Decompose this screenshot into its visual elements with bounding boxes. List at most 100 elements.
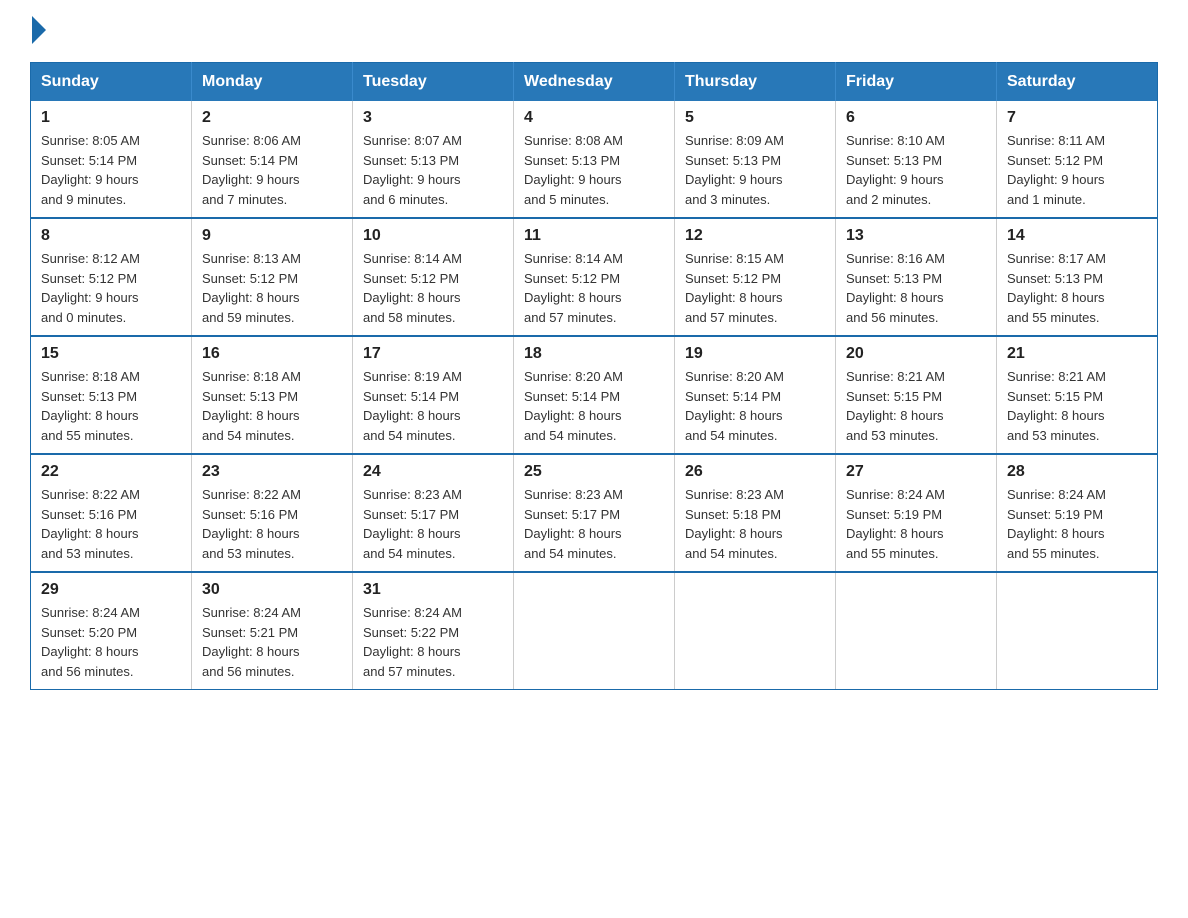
day-number: 4	[524, 109, 664, 127]
calendar-day-cell	[997, 572, 1158, 690]
day-info: Sunrise: 8:23 AMSunset: 5:17 PMDaylight:…	[524, 485, 664, 563]
day-number: 10	[363, 227, 503, 245]
day-number: 12	[685, 227, 825, 245]
calendar-day-cell: 20Sunrise: 8:21 AMSunset: 5:15 PMDayligh…	[836, 336, 997, 454]
day-number: 3	[363, 109, 503, 127]
day-number: 17	[363, 345, 503, 363]
day-number: 13	[846, 227, 986, 245]
calendar-day-cell	[675, 572, 836, 690]
calendar-day-cell: 19 Sunrise: 8:20 AMSunset: 5:14 PMDayligh…	[675, 336, 836, 454]
day-info: Sunrise: 8:23 AMSunset: 5:17 PMDaylight:…	[363, 485, 503, 563]
calendar-header-wednesday: Wednesday	[514, 63, 675, 102]
day-info: Sunrise: 8:24 AMSunset: 5:19 PMDaylight:…	[846, 485, 986, 563]
calendar-day-cell: 14 Sunrise: 8:17 AMSunset: 5:13 PMDayligh…	[997, 218, 1158, 336]
calendar-day-cell: 27 Sunrise: 8:24 AMSunset: 5:19 PMDayligh…	[836, 454, 997, 572]
day-info: Sunrise: 8:18 AMSunset: 5:13 PMDaylight:…	[41, 367, 181, 445]
calendar-day-cell: 21 Sunrise: 8:21 AMSunset: 5:15 PMDayligh…	[997, 336, 1158, 454]
day-info: Sunrise: 8:24 AMSunset: 5:22 PMDaylight:…	[363, 603, 503, 681]
day-number: 26	[685, 463, 825, 481]
calendar-header-saturday: Saturday	[997, 63, 1158, 102]
calendar-day-cell: 24 Sunrise: 8:23 AMSunset: 5:17 PMDayligh…	[353, 454, 514, 572]
calendar-day-cell: 10 Sunrise: 8:14 AMSunset: 5:12 PMDayligh…	[353, 218, 514, 336]
day-number: 7	[1007, 109, 1147, 127]
day-number: 20	[846, 345, 986, 363]
calendar-day-cell: 2Sunrise: 8:06 AMSunset: 5:14 PMDaylight…	[192, 101, 353, 218]
calendar-header-thursday: Thursday	[675, 63, 836, 102]
day-number: 22	[41, 463, 181, 481]
calendar-day-cell: 5Sunrise: 8:09 AMSunset: 5:13 PMDaylight…	[675, 101, 836, 218]
day-info: Sunrise: 8:22 AMSunset: 5:16 PMDaylight:…	[41, 485, 181, 563]
day-info: Sunrise: 8:14 AMSunset: 5:12 PMDaylight:…	[363, 249, 503, 327]
calendar-week-row: 22 Sunrise: 8:22 AMSunset: 5:16 PMDayligh…	[31, 454, 1158, 572]
calendar-header-monday: Monday	[192, 63, 353, 102]
day-number: 18	[524, 345, 664, 363]
logo	[30, 20, 46, 44]
calendar-day-cell: 12 Sunrise: 8:15 AMSunset: 5:12 PMDayligh…	[675, 218, 836, 336]
calendar-day-cell: 6 Sunrise: 8:10 AMSunset: 5:13 PMDaylight…	[836, 101, 997, 218]
calendar-day-cell	[836, 572, 997, 690]
day-info: Sunrise: 8:10 AMSunset: 5:13 PMDaylight:…	[846, 131, 986, 209]
day-number: 25	[524, 463, 664, 481]
calendar-day-cell: 30 Sunrise: 8:24 AMSunset: 5:21 PMDayligh…	[192, 572, 353, 690]
day-number: 23	[202, 463, 342, 481]
calendar-day-cell: 16Sunrise: 8:18 AMSunset: 5:13 PMDayligh…	[192, 336, 353, 454]
day-info: Sunrise: 8:24 AMSunset: 5:21 PMDaylight:…	[202, 603, 342, 681]
calendar-week-row: 29 Sunrise: 8:24 AMSunset: 5:20 PMDayligh…	[31, 572, 1158, 690]
calendar-day-cell: 26 Sunrise: 8:23 AMSunset: 5:18 PMDayligh…	[675, 454, 836, 572]
logo-triangle-icon	[32, 16, 46, 44]
day-info: Sunrise: 8:19 AMSunset: 5:14 PMDaylight:…	[363, 367, 503, 445]
day-number: 8	[41, 227, 181, 245]
day-info: Sunrise: 8:23 AMSunset: 5:18 PMDaylight:…	[685, 485, 825, 563]
day-info: Sunrise: 8:20 AMSunset: 5:14 PMDaylight:…	[685, 367, 825, 445]
day-info: Sunrise: 8:16 AMSunset: 5:13 PMDaylight:…	[846, 249, 986, 327]
calendar-day-cell: 18 Sunrise: 8:20 AMSunset: 5:14 PMDayligh…	[514, 336, 675, 454]
calendar-header-row: SundayMondayTuesdayWednesdayThursdayFrid…	[31, 63, 1158, 102]
calendar-day-cell: 23 Sunrise: 8:22 AMSunset: 5:16 PMDayligh…	[192, 454, 353, 572]
day-number: 6	[846, 109, 986, 127]
day-info: Sunrise: 8:17 AMSunset: 5:13 PMDaylight:…	[1007, 249, 1147, 327]
day-number: 19	[685, 345, 825, 363]
calendar-week-row: 8 Sunrise: 8:12 AMSunset: 5:12 PMDaylight…	[31, 218, 1158, 336]
day-number: 9	[202, 227, 342, 245]
day-info: Sunrise: 8:13 AMSunset: 5:12 PMDaylight:…	[202, 249, 342, 327]
day-info: Sunrise: 8:22 AMSunset: 5:16 PMDaylight:…	[202, 485, 342, 563]
day-number: 15	[41, 345, 181, 363]
day-info: Sunrise: 8:20 AMSunset: 5:14 PMDaylight:…	[524, 367, 664, 445]
day-info: Sunrise: 8:18 AMSunset: 5:13 PMDaylight:…	[202, 367, 342, 445]
day-number: 30	[202, 581, 342, 599]
calendar-day-cell: 22 Sunrise: 8:22 AMSunset: 5:16 PMDayligh…	[31, 454, 192, 572]
calendar-day-cell: 4 Sunrise: 8:08 AMSunset: 5:13 PMDaylight…	[514, 101, 675, 218]
calendar-day-cell: 31 Sunrise: 8:24 AMSunset: 5:22 PMDayligh…	[353, 572, 514, 690]
day-info: Sunrise: 8:09 AMSunset: 5:13 PMDaylight:…	[685, 131, 825, 209]
day-number: 31	[363, 581, 503, 599]
calendar-day-cell	[514, 572, 675, 690]
calendar-day-cell: 25 Sunrise: 8:23 AMSunset: 5:17 PMDayligh…	[514, 454, 675, 572]
calendar-header-tuesday: Tuesday	[353, 63, 514, 102]
day-number: 29	[41, 581, 181, 599]
day-number: 2	[202, 109, 342, 127]
day-info: Sunrise: 8:24 AMSunset: 5:20 PMDaylight:…	[41, 603, 181, 681]
calendar-day-cell: 7Sunrise: 8:11 AMSunset: 5:12 PMDaylight…	[997, 101, 1158, 218]
day-info: Sunrise: 8:24 AMSunset: 5:19 PMDaylight:…	[1007, 485, 1147, 563]
calendar-day-cell: 3 Sunrise: 8:07 AMSunset: 5:13 PMDaylight…	[353, 101, 514, 218]
calendar-day-cell: 8 Sunrise: 8:12 AMSunset: 5:12 PMDaylight…	[31, 218, 192, 336]
day-number: 1	[41, 109, 181, 127]
day-number: 21	[1007, 345, 1147, 363]
calendar-header-sunday: Sunday	[31, 63, 192, 102]
calendar-day-cell: 11 Sunrise: 8:14 AMSunset: 5:12 PMDayligh…	[514, 218, 675, 336]
day-info: Sunrise: 8:08 AMSunset: 5:13 PMDaylight:…	[524, 131, 664, 209]
day-number: 27	[846, 463, 986, 481]
calendar-day-cell: 9 Sunrise: 8:13 AMSunset: 5:12 PMDaylight…	[192, 218, 353, 336]
day-info: Sunrise: 8:07 AMSunset: 5:13 PMDaylight:…	[363, 131, 503, 209]
day-info: Sunrise: 8:21 AMSunset: 5:15 PMDaylight:…	[1007, 367, 1147, 445]
calendar-table: SundayMondayTuesdayWednesdayThursdayFrid…	[30, 62, 1158, 690]
day-info: Sunrise: 8:12 AMSunset: 5:12 PMDaylight:…	[41, 249, 181, 327]
day-info: Sunrise: 8:14 AMSunset: 5:12 PMDaylight:…	[524, 249, 664, 327]
calendar-week-row: 1 Sunrise: 8:05 AMSunset: 5:14 PMDaylight…	[31, 101, 1158, 218]
day-number: 14	[1007, 227, 1147, 245]
day-info: Sunrise: 8:05 AMSunset: 5:14 PMDaylight:…	[41, 131, 181, 209]
day-info: Sunrise: 8:15 AMSunset: 5:12 PMDaylight:…	[685, 249, 825, 327]
day-number: 28	[1007, 463, 1147, 481]
day-number: 24	[363, 463, 503, 481]
day-number: 11	[524, 227, 664, 245]
